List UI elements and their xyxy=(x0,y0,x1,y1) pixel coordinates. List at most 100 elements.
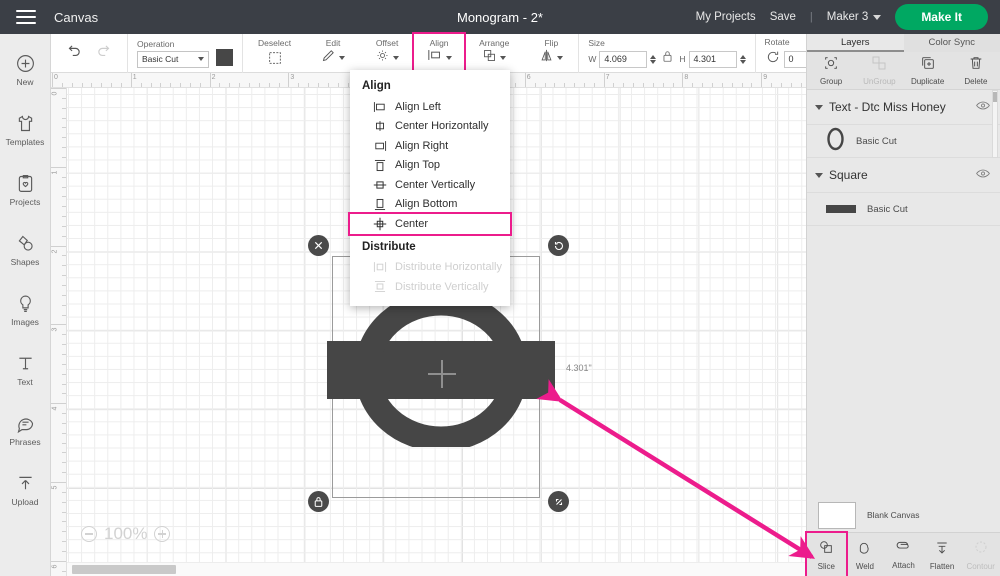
minus-circle-icon[interactable] xyxy=(81,526,97,542)
ruler-major-tick xyxy=(209,73,211,87)
redo-icon[interactable] xyxy=(96,42,113,64)
lock-handle[interactable] xyxy=(308,491,329,512)
visibility-toggle-icon[interactable] xyxy=(976,98,990,116)
arrange-button[interactable]: Arrange xyxy=(473,39,515,67)
ruler-major-tick xyxy=(603,73,605,87)
layer-child-label: Basic Cut xyxy=(856,135,897,147)
menu-item-center-vertically[interactable]: Center Vertically xyxy=(350,175,510,195)
attach-button[interactable]: Attach xyxy=(884,533,923,576)
my-projects-link[interactable]: My Projects xyxy=(696,11,756,23)
center-icon xyxy=(372,217,387,231)
align-button[interactable]: Align xyxy=(412,31,467,75)
upload-arrow-icon xyxy=(15,473,36,494)
sidebar-item-templates[interactable]: Templates xyxy=(0,100,50,160)
weld-icon xyxy=(857,539,873,560)
ruler-tick-label: 7 xyxy=(605,74,610,81)
menu-item-align-left[interactable]: Align Left xyxy=(350,97,510,117)
tab-layers[interactable]: Layers xyxy=(807,34,904,52)
panel-scrollbar[interactable] xyxy=(992,90,998,158)
chevron-down-icon xyxy=(393,55,400,60)
sidebar-item-text[interactable]: Text xyxy=(0,340,50,400)
center-vertical-icon xyxy=(372,179,387,191)
layer-actions: Group UnGroup Duplicate Delete xyxy=(807,52,1000,90)
layer-group-row[interactable]: Text - Dtc Miss Honey xyxy=(807,90,1000,125)
resize-handle[interactable] xyxy=(548,491,569,512)
pencil-icon xyxy=(321,48,336,68)
sidebar-item-images[interactable]: Images xyxy=(0,280,50,340)
machine-selector[interactable]: Maker 3 xyxy=(827,11,882,23)
arrange-group: Arrange xyxy=(464,34,524,73)
canvas-horizontal-scrollbar[interactable] xyxy=(67,562,806,576)
delete-handle[interactable] xyxy=(308,235,329,256)
undo-icon[interactable] xyxy=(65,42,82,64)
save-button[interactable]: Save xyxy=(770,11,796,23)
rotate-handle[interactable] xyxy=(548,235,569,256)
distribute-horizontal-icon xyxy=(372,261,387,273)
hamburger-icon[interactable] xyxy=(16,10,36,24)
operation-group: Operation Basic Cut xyxy=(127,33,242,73)
layer-child-row[interactable]: Basic Cut xyxy=(807,193,1000,226)
width-stepper[interactable] xyxy=(650,54,657,64)
duplicate-button[interactable]: Duplicate xyxy=(904,52,952,89)
menu-item-label: Center xyxy=(395,217,429,230)
layer-child-row[interactable]: Basic Cut xyxy=(807,125,1000,158)
menu-item-align-top[interactable]: Align Top xyxy=(350,156,510,176)
color-swatch[interactable] xyxy=(216,48,233,66)
slice-label: Slice xyxy=(817,561,835,571)
ruler-tick-label: 2 xyxy=(51,249,59,254)
align-right-icon xyxy=(372,140,387,152)
oval-outline-thumb xyxy=(826,127,845,156)
chevron-down-icon[interactable] xyxy=(815,172,823,178)
contour-label: Contour xyxy=(966,561,995,571)
menu-item-align-right[interactable]: Align Right xyxy=(350,136,510,156)
menu-item-center[interactable]: Center xyxy=(348,212,512,236)
offset-gear-icon xyxy=(375,48,390,68)
ruler-major-tick xyxy=(130,73,132,87)
slice-button[interactable]: Slice xyxy=(805,531,848,576)
text-t-icon xyxy=(15,353,36,374)
ruler-major-tick xyxy=(51,324,66,326)
zoom-level: 100% xyxy=(104,524,148,543)
deselect-button[interactable]: Deselect xyxy=(252,39,297,67)
ruler-tick-label: 3 xyxy=(290,74,295,81)
chevron-down-icon xyxy=(500,55,507,60)
flatten-button[interactable]: Flatten xyxy=(923,533,962,576)
lock-icon[interactable] xyxy=(662,50,673,68)
ruler-tick-label: 1 xyxy=(51,170,59,175)
canvas-background-row[interactable]: Blank Canvas xyxy=(807,498,1000,532)
offset-button[interactable]: Offset xyxy=(369,39,405,67)
ruler-major-tick xyxy=(51,245,66,247)
edit-button[interactable]: Edit xyxy=(315,39,351,67)
top-bar-actions: My Projects Save | Maker 3 Make It xyxy=(696,4,988,30)
menu-item-center-horizontally[interactable]: Center Horizontally xyxy=(350,117,510,137)
sidebar-item-phrases[interactable]: Phrases xyxy=(0,400,50,460)
group-button[interactable]: Group xyxy=(807,52,855,89)
offset-group: Offset xyxy=(360,34,414,73)
align-dropdown-menu: Align Align Left Center Horizontally Ali… xyxy=(348,70,512,306)
blank-canvas-swatch[interactable] xyxy=(818,501,856,529)
height-stepper[interactable] xyxy=(739,54,746,64)
sidebar-item-projects[interactable]: Projects xyxy=(0,160,50,220)
make-it-button[interactable]: Make It xyxy=(895,4,988,30)
offset-label: Offset xyxy=(375,38,399,49)
menu-item-align-bottom[interactable]: Align Bottom xyxy=(350,195,510,215)
layer-group-row[interactable]: Square xyxy=(807,158,1000,193)
width-input[interactable]: 4.069 xyxy=(599,50,648,68)
sidebar-item-label: Shapes xyxy=(10,257,40,267)
tab-color-sync[interactable]: Color Sync xyxy=(904,34,1000,52)
undo-redo-group xyxy=(51,42,127,64)
delete-button[interactable]: Delete xyxy=(952,52,1000,89)
chevron-down-icon[interactable] xyxy=(815,104,823,110)
operation-select[interactable]: Basic Cut xyxy=(137,50,209,68)
sidebar-item-upload[interactable]: Upload xyxy=(0,460,50,520)
visibility-toggle-icon[interactable] xyxy=(976,166,990,184)
sidebar-item-new[interactable]: New xyxy=(0,40,50,100)
flip-button[interactable]: Flip xyxy=(533,39,569,67)
duplicate-icon xyxy=(920,55,936,76)
height-input[interactable]: 4.301 xyxy=(688,50,737,68)
ruler-major-tick xyxy=(288,73,290,87)
sidebar-item-shapes[interactable]: Shapes xyxy=(0,220,50,280)
align-bottom-icon xyxy=(372,198,387,211)
plus-circle-icon[interactable] xyxy=(154,526,171,542)
weld-button[interactable]: Weld xyxy=(846,533,885,576)
